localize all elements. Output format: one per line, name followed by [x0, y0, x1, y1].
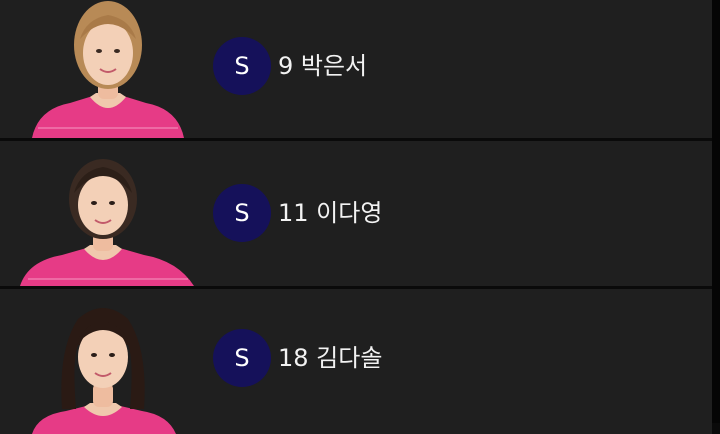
position-badge: S — [213, 37, 271, 95]
player-photo — [18, 141, 198, 286]
right-edge-divider — [712, 0, 720, 423]
player-roster-list: S 9 박은서 S 11 이다영 S 18 김다솔 — [0, 0, 712, 434]
player-row[interactable]: S 11 이다영 — [0, 141, 712, 286]
player-number-name: 11 이다영 — [278, 199, 383, 227]
position-badge: S — [213, 329, 271, 387]
player-row[interactable]: S 9 박은서 — [0, 0, 712, 138]
player-number-name: 9 박은서 — [278, 52, 368, 80]
player-photo — [18, 0, 198, 138]
position-badge: S — [213, 184, 271, 242]
player-number-name: 18 김다솔 — [278, 344, 383, 372]
player-row[interactable]: S 18 김다솔 — [0, 289, 712, 434]
player-photo — [18, 289, 198, 434]
